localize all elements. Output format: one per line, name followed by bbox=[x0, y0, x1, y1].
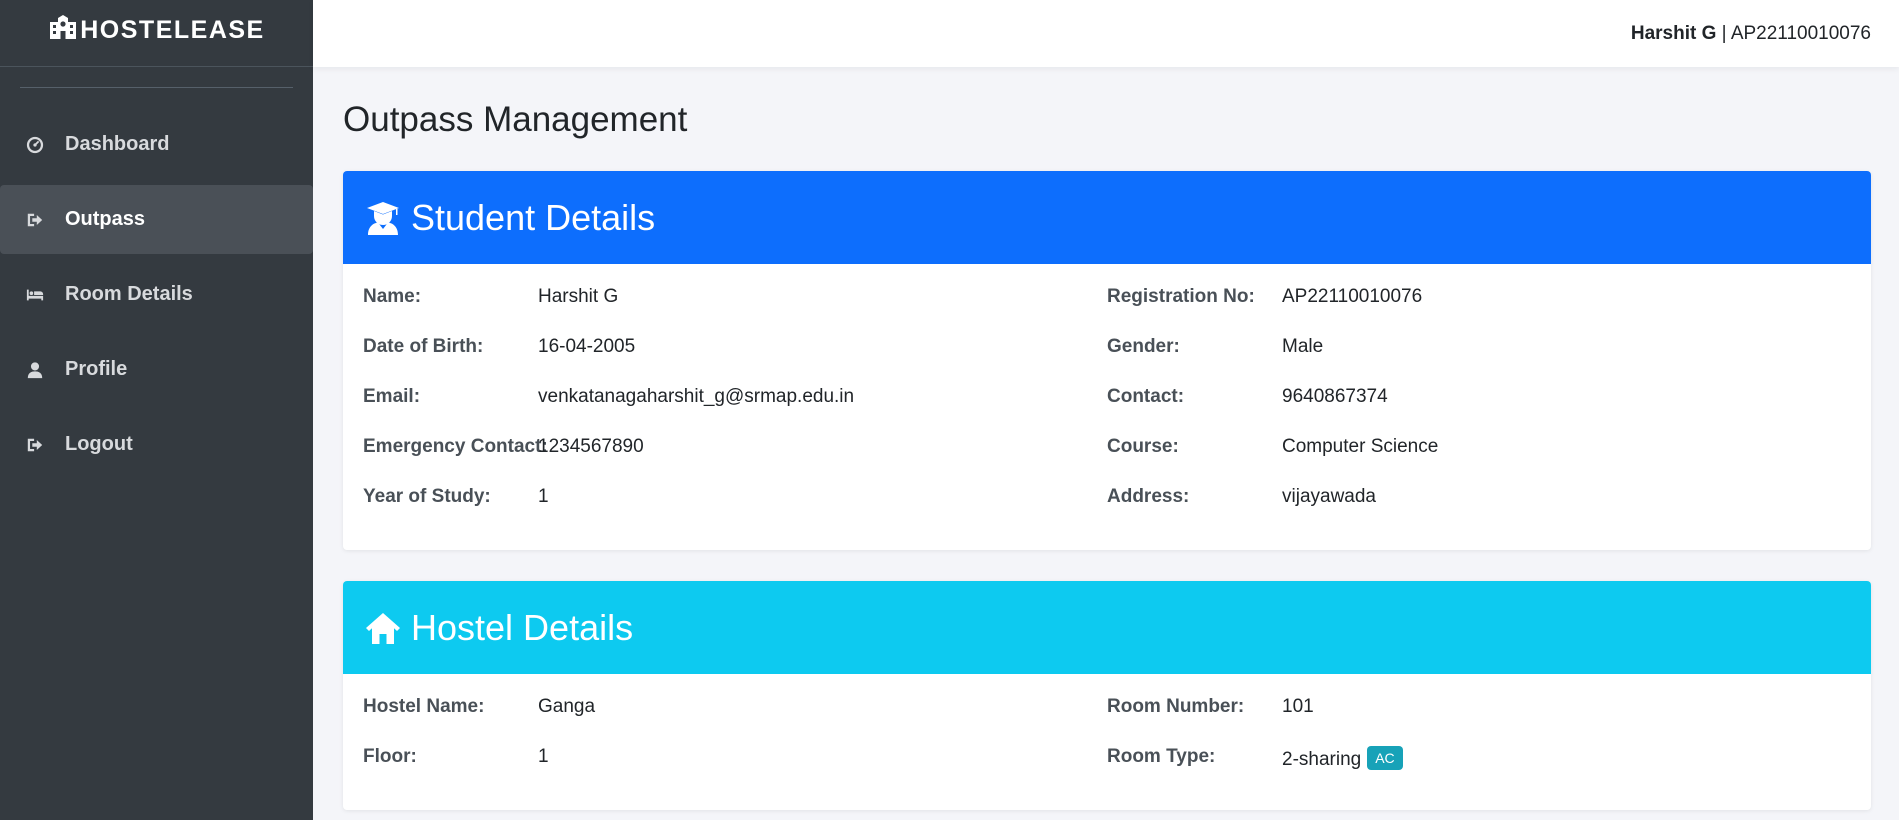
user-reg-no: AP22110010076 bbox=[1730, 22, 1871, 44]
detail-value: venkatanagaharshit_g@srmap.edu.in bbox=[538, 386, 855, 407]
detail-row-room-type: Room Type: 2-sharing AC bbox=[1107, 746, 1851, 796]
hostel-left-column: Hostel Name: Ganga Floor: 1 bbox=[363, 696, 1107, 796]
detail-row-hostel-name: Hostel Name: Ganga bbox=[363, 696, 1107, 746]
user-separator: | bbox=[1716, 22, 1731, 44]
detail-value: 101 bbox=[1282, 696, 1314, 717]
detail-row-registration: Registration No: AP22110010076 bbox=[1107, 286, 1851, 336]
detail-label: Hostel Name: bbox=[363, 696, 485, 717]
detail-value: AP22110010076 bbox=[1282, 286, 1423, 307]
user-name: Harshit G bbox=[1630, 22, 1717, 44]
detail-label: Email: bbox=[363, 386, 421, 407]
sidebar-item-label: Room Details bbox=[65, 283, 193, 305]
student-details-body: Name: Harshit G Date of Birth: 16-04-2005 … bbox=[343, 264, 1871, 550]
detail-row-address: Address: vijayawada bbox=[1107, 486, 1851, 536]
school-building-icon bbox=[48, 14, 78, 47]
detail-label: Gender: bbox=[1107, 336, 1180, 357]
brand-name: HOSTELEASE bbox=[80, 15, 265, 44]
detail-label: Emergency Contact: bbox=[363, 436, 548, 457]
sidebar-item-label: Profile bbox=[65, 358, 128, 380]
sidebar-item-label: Outpass bbox=[65, 208, 146, 230]
detail-row-contact: Contact: 9640867374 bbox=[1107, 386, 1851, 436]
detail-value: 1234567890 bbox=[538, 436, 644, 457]
detail-value: Harshit G bbox=[538, 286, 619, 307]
graduate-icon bbox=[365, 200, 401, 236]
detail-value: 9640867374 bbox=[1282, 386, 1388, 407]
sign-out-icon bbox=[25, 210, 45, 230]
detail-value: 16-04-2005 bbox=[538, 336, 636, 357]
brand: HOSTELEASE bbox=[0, 0, 313, 67]
hostel-details-body: Hostel Name: Ganga Floor: 1 Room Number: 10… bbox=[343, 674, 1871, 810]
page-title: Outpass Management bbox=[343, 100, 688, 139]
detail-label: Room Type: bbox=[1107, 746, 1216, 767]
detail-value: Male bbox=[1282, 336, 1324, 357]
sidebar-item-logout[interactable]: Logout bbox=[0, 410, 313, 479]
hostel-right-column: Room Number: 101 Room Type: 2-sharing AC bbox=[1107, 696, 1851, 796]
sidebar-item-dashboard[interactable]: Dashboard bbox=[0, 110, 313, 179]
detail-row-dob: Date of Birth: 16-04-2005 bbox=[363, 336, 1107, 386]
hostel-details-header: Hostel Details bbox=[343, 581, 1871, 674]
detail-value: 1 bbox=[538, 486, 549, 507]
user-info: Harshit G | AP22110010076 bbox=[1631, 23, 1871, 45]
ac-badge: AC bbox=[1367, 746, 1403, 770]
user-icon bbox=[25, 360, 45, 380]
sidebar-item-outpass[interactable]: Outpass bbox=[0, 185, 313, 254]
student-details-header: Student Details bbox=[343, 171, 1871, 264]
student-details-title: Student Details bbox=[411, 196, 656, 238]
sidebar-item-label: Dashboard bbox=[65, 133, 170, 155]
sidebar-item-profile[interactable]: Profile bbox=[0, 335, 313, 404]
bed-icon bbox=[25, 285, 45, 305]
detail-label: Registration No: bbox=[1107, 286, 1255, 307]
sidebar-divider bbox=[20, 87, 293, 88]
detail-label: Address: bbox=[1107, 486, 1190, 507]
room-type-value: 2-sharing bbox=[1282, 749, 1362, 770]
home-icon bbox=[365, 610, 401, 646]
detail-label: Course: bbox=[1107, 436, 1179, 457]
sign-out-icon bbox=[25, 435, 45, 455]
detail-label: Name: bbox=[363, 286, 422, 307]
main-content: Outpass Management Student Details Name:… bbox=[343, 67, 1871, 810]
detail-label: Year of Study: bbox=[363, 486, 491, 507]
detail-row-year: Year of Study: 1 bbox=[363, 486, 1107, 536]
student-right-column: Registration No: AP22110010076 Gender: Mal… bbox=[1107, 286, 1851, 536]
detail-label: Contact: bbox=[1107, 386, 1185, 407]
detail-value: Computer Science bbox=[1282, 436, 1439, 457]
gauge-icon bbox=[25, 135, 45, 155]
sidebar-item-room-details[interactable]: Room Details bbox=[0, 260, 313, 329]
detail-label: Floor: bbox=[363, 746, 417, 767]
hostel-details-card: Hostel Details Hostel Name: Ganga Floor: 1… bbox=[343, 581, 1871, 810]
detail-row-course: Course: Computer Science bbox=[1107, 436, 1851, 486]
detail-row-floor: Floor: 1 bbox=[363, 746, 1107, 796]
detail-row-gender: Gender: Male bbox=[1107, 336, 1851, 386]
hostel-details-title: Hostel Details bbox=[411, 606, 634, 648]
detail-row-email: Email: venkatanagaharshit_g@srmap.edu.in bbox=[363, 386, 1107, 436]
detail-value: 2-sharing AC bbox=[1282, 746, 1403, 771]
brand-link[interactable]: HOSTELEASE bbox=[48, 14, 264, 47]
detail-row-emergency-contact: Emergency Contact: 1234567890 bbox=[363, 436, 1107, 486]
sidebar-item-label: Logout bbox=[65, 433, 133, 455]
sidebar-nav: Dashboard Outpass Room Details Profile L… bbox=[0, 110, 313, 479]
detail-value: vijayawada bbox=[1282, 486, 1376, 507]
topbar: Harshit G | AP22110010076 bbox=[313, 0, 1899, 67]
student-details-card: Student Details Name: Harshit G Date of B… bbox=[343, 171, 1871, 550]
detail-value: 1 bbox=[538, 746, 549, 767]
detail-row-room-number: Room Number: 101 bbox=[1107, 696, 1851, 746]
student-left-column: Name: Harshit G Date of Birth: 16-04-2005 … bbox=[363, 286, 1107, 536]
detail-row-name: Name: Harshit G bbox=[363, 286, 1107, 336]
detail-value: Ganga bbox=[538, 696, 596, 717]
detail-label: Date of Birth: bbox=[363, 336, 484, 357]
detail-label: Room Number: bbox=[1107, 696, 1245, 717]
sidebar: HOSTELEASE Dashboard Outpass Room Detail… bbox=[0, 0, 313, 820]
